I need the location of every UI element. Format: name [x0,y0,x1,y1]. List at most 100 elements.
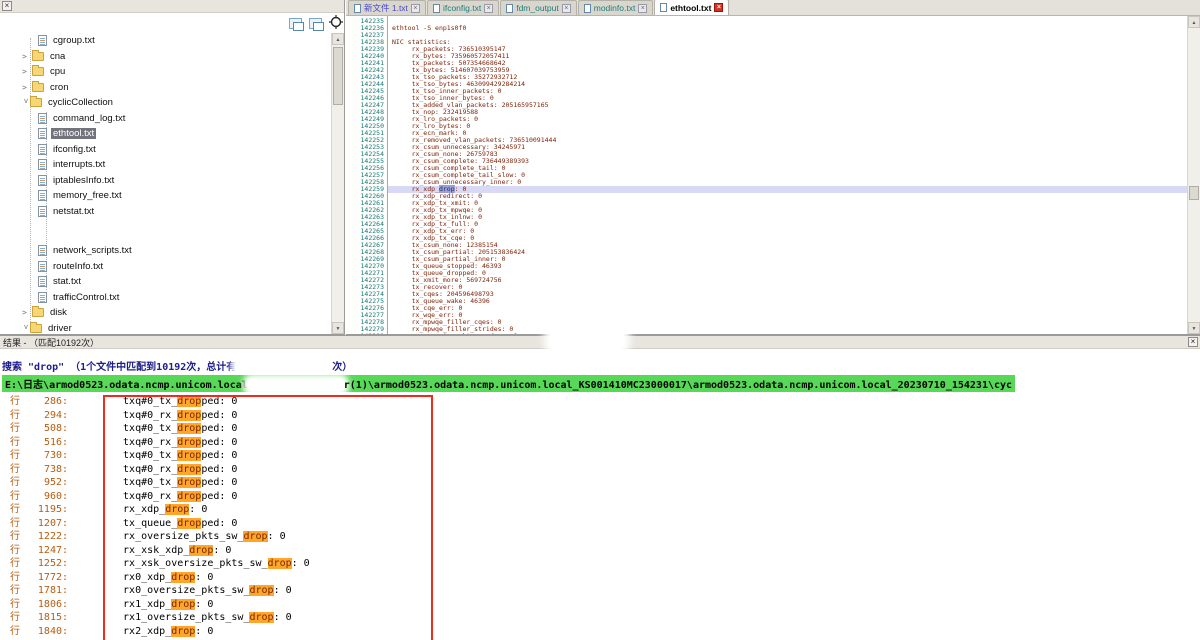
result-row[interactable]: 行1815: rx1_oversize_pkts_sw_drop: 0 [10,611,310,625]
tree-file-command_log.txt[interactable]: command_log.txt [0,111,331,127]
tab-新文件 1.txt[interactable]: 新文件 1.txt× [348,0,426,15]
document-icon [354,4,361,13]
scroll-up-icon[interactable]: ▲ [1188,16,1200,28]
tab-modinfo.txt[interactable]: modinfo.txt× [578,0,654,15]
result-row[interactable]: 行508:txq#0_tx_dropped: 0 [10,422,310,436]
editor-line: rx_xdp_tx_full: 0 [392,221,1187,228]
results-close-icon[interactable]: × [1188,337,1198,347]
tree-file-routeInfo.txt[interactable]: routeInfo.txt [0,259,331,275]
code-area[interactable]: ethtool -S enp1s0f0NIC statistics: rx_pa… [388,16,1187,334]
tab-close-icon[interactable]: × [411,4,420,13]
result-row[interactable]: 行516:txq#0_rx_dropped: 0 [10,436,310,450]
result-row[interactable]: 行1247:rx_xsk_xdp_drop: 0 [10,544,310,558]
tab-ifconfig.txt[interactable]: ifconfig.txt× [427,0,499,15]
result-row[interactable]: 行738:txq#0_rx_dropped: 0 [10,463,310,477]
sync-folder-icon[interactable] [309,18,322,29]
tab-label: fdm_output [516,3,559,13]
result-line-number: 1815 [20,611,62,625]
tree-file-ifconfig.txt[interactable]: ifconfig.txt [0,142,331,158]
workspace-scrollbar-thumb[interactable] [333,47,343,105]
file-icon [38,276,47,287]
expand-chevron-icon[interactable]: > [22,308,32,317]
result-row[interactable]: 行1222:rx_oversize_pkts_sw_drop: 0 [10,530,310,544]
result-row[interactable]: 行286:txq#0_tx_dropped: 0 [10,395,310,409]
tree-folder-cpu[interactable]: >cpu [0,64,331,80]
result-row[interactable]: 行1772:rx0_xdp_drop: 0 [10,571,310,585]
sync-document-icon[interactable] [289,18,302,29]
editor-scrollbar-thumb[interactable] [1189,186,1199,200]
tree-file-trafficControl.txt[interactable]: trafficControl.txt [0,290,331,306]
tree-folder-cron[interactable]: >cron [0,80,331,96]
editor-line: tx_queue_stopped: 46393 [392,263,1187,270]
editor-scrollbar[interactable]: ▲ ▼ [1187,16,1200,334]
tree-folder-cna[interactable]: >cna [0,49,331,65]
result-location: 行1815: [10,612,68,623]
tree-file-netstat.txt[interactable]: netstat.txt [0,204,331,220]
tree-file-cgroup.txt[interactable]: cgroup.txt [0,33,331,49]
tree-file-interrupts.txt[interactable]: interrupts.txt [0,157,331,173]
file-path-suffix: r(1)\armod0523.odata.ncmp.unicom.local_K… [344,380,1012,391]
result-row[interactable]: 行1195:rx_xdp_drop: 0 [10,503,310,517]
scroll-down-icon[interactable]: ▼ [332,322,344,334]
tab-ethtool.txt[interactable]: ethtool.txt× [654,0,729,15]
tree-file-network_scripts.txt[interactable]: network_scripts.txt [0,243,331,259]
editor-line: tx_tso_inner_packets: 0 [392,88,1187,95]
result-row[interactable]: 行1806:rx1_xdp_drop: 0 [10,598,310,612]
tab-close-icon[interactable]: × [638,4,647,13]
tree-file-memory_free.txt[interactable]: memory_free.txt [0,188,331,204]
result-text: rx1_oversize_pkts_sw_drop: 0 [123,612,292,623]
result-file-path[interactable]: E:\日志\armod0523.odata.ncmp.unicom.localr… [2,375,1015,392]
result-row[interactable]: 行1252:rx_xsk_oversize_pkts_sw_drop: 0 [10,557,310,571]
file-icon [38,159,47,170]
workspace-close-icon[interactable]: × [2,1,12,11]
editor-line: NIC statistics: [392,39,1187,46]
search-summary-prefix: 搜索 "drop" （1个文件中匹配到10192次，总计有 [2,362,236,373]
tree-item-label: ifconfig.txt [51,144,98,155]
result-location: 行508: [10,423,68,434]
result-line-number: 960 [20,490,62,504]
tab-close-icon[interactable]: × [562,4,571,13]
tree-item-label: disk [48,307,69,318]
search-match-highlight: drop [249,612,273,623]
result-row[interactable]: 行1207:tx_queue_dropped: 0 [10,517,310,531]
editor-line: rx_packets: 736510395147 [392,46,1187,53]
search-match-highlight: drop [177,423,201,434]
result-row[interactable]: 行294:txq#0_rx_dropped: 0 [10,409,310,423]
tab-close-icon[interactable]: × [714,3,723,12]
workspace-scrollbar[interactable]: ▲ ▼ [331,33,344,334]
scroll-down-icon[interactable]: ▼ [1188,322,1200,334]
result-row[interactable]: 行1781:rx0_oversize_pkts_sw_drop: 0 [10,584,310,598]
result-text: txq#0_tx_dropped: 0 [123,477,237,488]
search-match-highlight: drop [177,437,201,448]
scroll-up-icon[interactable]: ▲ [332,33,344,45]
result-location: 行1207: [10,518,68,529]
tree-file-ethtool.txt[interactable]: ethtool.txt [0,126,331,142]
tree-file-stat.txt[interactable]: stat.txt [0,274,331,290]
tree-file-iptablesInfo.txt[interactable]: iptablesInfo.txt [0,173,331,189]
tab-close-icon[interactable]: × [484,4,493,13]
tree-folder-driver[interactable]: >driver [0,321,331,335]
editor-body[interactable]: 1422351422361422371422381422391422401422… [346,16,1187,334]
expand-chevron-icon[interactable]: > [22,52,32,61]
expand-chevron-icon[interactable]: > [22,83,32,92]
editor-line [392,32,1187,39]
result-row[interactable]: 行952:txq#0_tx_dropped: 0 [10,476,310,490]
search-match-highlight: drop [177,450,201,461]
result-location: 行730: [10,450,68,461]
result-row[interactable]: 行960:txq#0_rx_dropped: 0 [10,490,310,504]
search-match-highlight: drop [177,464,201,475]
editor-line: rx_xdp_redirect: 0 [392,193,1187,200]
expand-chevron-icon[interactable]: > [22,67,32,76]
editor-line: rx_xdp_tx_xmit: 0 [392,200,1187,207]
file-icon [38,175,47,186]
tree-folder-cyclicCollection[interactable]: >cyclicCollection [0,95,331,111]
tab-fdm_output[interactable]: fdm_output× [500,0,577,15]
result-row[interactable]: 行730:txq#0_tx_dropped: 0 [10,449,310,463]
workspace-tree[interactable]: cgroup.txt>cna>cpu>cron>cyclicCollection… [0,33,331,334]
locate-current-file-icon[interactable] [329,15,343,29]
document-icon [433,4,440,13]
tree-folder-disk[interactable]: > disk [0,305,331,321]
result-row[interactable]: 行1840:rx2_xdp_drop: 0 [10,625,310,639]
folder-icon [32,308,44,317]
result-location: 行1840: [10,626,68,637]
